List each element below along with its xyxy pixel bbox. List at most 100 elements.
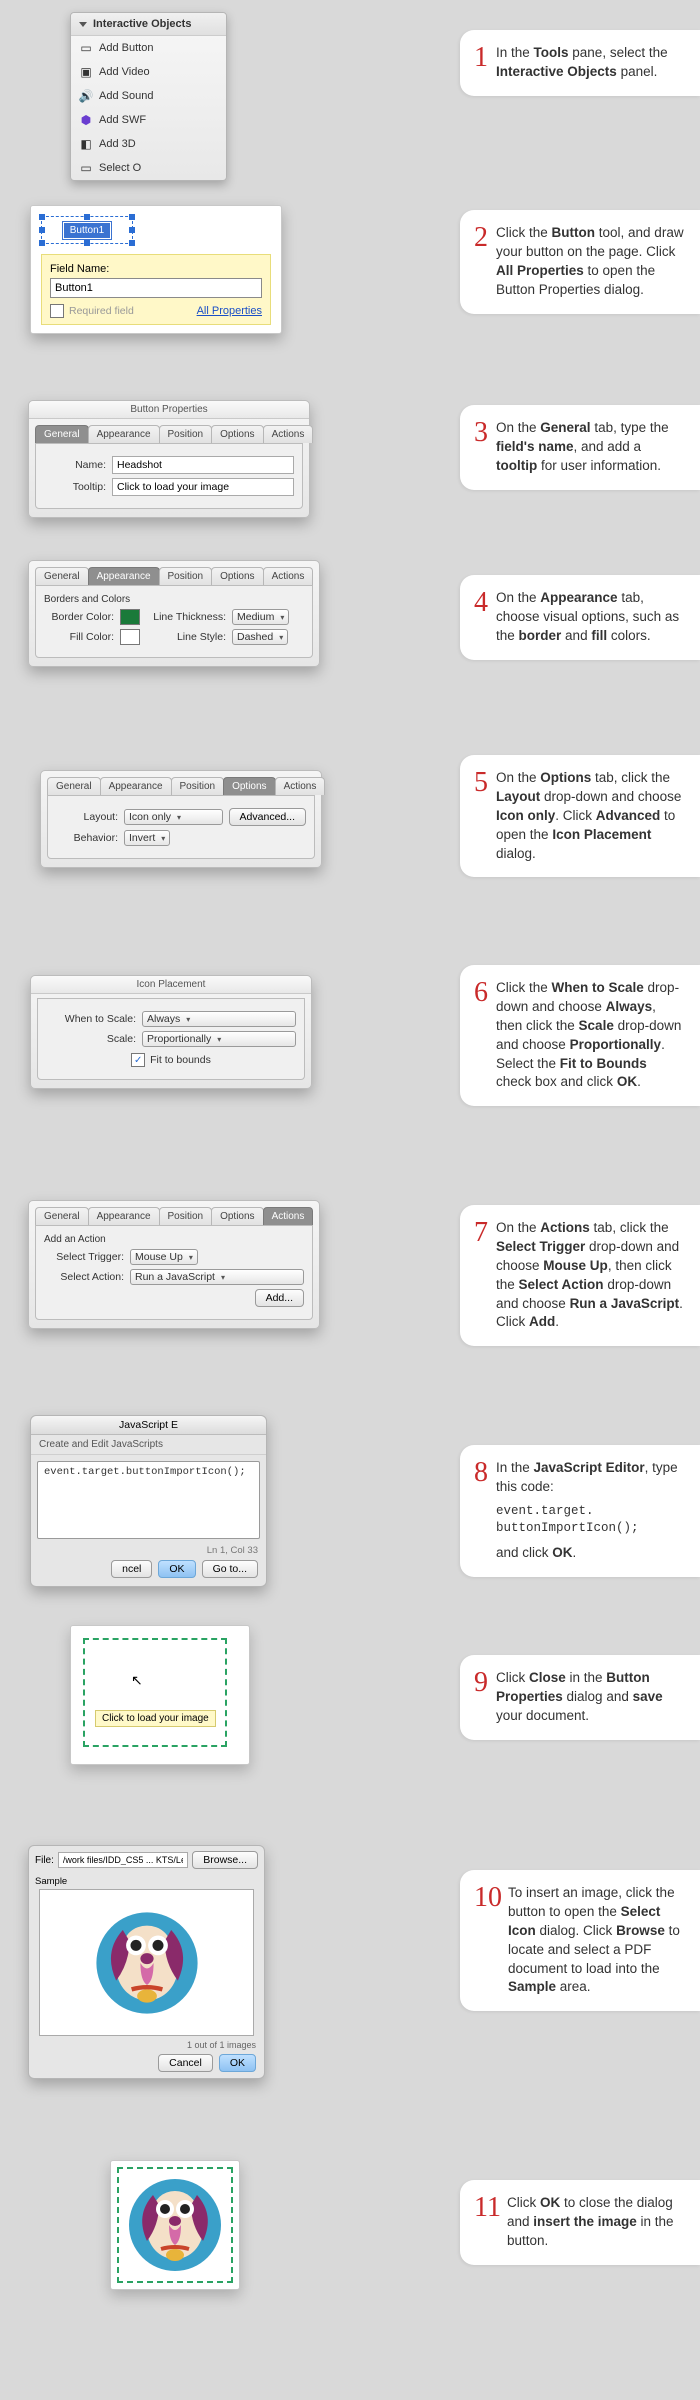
fill-color-swatch[interactable] — [120, 629, 140, 645]
tooltip-input[interactable] — [112, 478, 294, 496]
dialog-title: Button Properties — [29, 401, 309, 419]
layout-select[interactable]: Icon only▾ — [124, 809, 223, 825]
step-6-text: 6 Click the When to Scale drop-down and … — [460, 965, 700, 1106]
swf-icon: ⬢ — [79, 113, 93, 127]
select-trigger-label: Select Trigger: — [44, 1251, 124, 1263]
code-editor[interactable]: event.target.buttonImportIcon(); — [37, 1461, 260, 1539]
tabs: General Appearance Position Options Acti… — [35, 425, 303, 443]
line-thickness-select[interactable]: Medium▾ — [232, 609, 289, 625]
tutorial-page: 1 In the Tools pane, select the Interact… — [0, 0, 700, 2380]
field-name-box: Field Name: Required field All Propertie… — [41, 254, 271, 325]
fit-to-bounds-checkbox[interactable]: ✓Fit to bounds — [131, 1053, 211, 1067]
dialog-subtitle: Create and Edit JavaScripts — [31, 1435, 266, 1455]
name-label: Name: — [44, 459, 106, 471]
button-properties-actions: General Appearance Position Options Acti… — [28, 1200, 320, 1329]
select-icon: ▭ — [79, 161, 93, 175]
button-icon: ▭ — [79, 41, 93, 55]
tab-options[interactable]: Options — [211, 567, 263, 585]
disclosure-icon — [79, 22, 87, 27]
tab-options[interactable]: Options — [211, 1207, 263, 1225]
panel-title: Interactive Objects — [93, 18, 191, 30]
button-properties-general: Button Properties General Appearance Pos… — [28, 400, 310, 518]
sound-icon: 🔊 — [79, 89, 93, 103]
tab-options[interactable]: Options — [223, 777, 275, 795]
file-path-input[interactable] — [58, 1852, 188, 1868]
ok-button[interactable]: OK — [158, 1560, 195, 1578]
tab-actions[interactable]: Actions — [263, 567, 314, 585]
add-action-legend: Add an Action — [44, 1234, 304, 1245]
tab-position[interactable]: Position — [159, 425, 213, 443]
button-target[interactable] — [117, 2167, 233, 2283]
button-with-image — [110, 2160, 240, 2290]
select-action-label: Select Action: — [44, 1271, 124, 1283]
tab-general[interactable]: General — [35, 425, 89, 443]
tab-actions[interactable]: Actions — [275, 777, 326, 795]
tab-appearance[interactable]: Appearance — [88, 567, 160, 585]
tab-appearance[interactable]: Appearance — [100, 777, 172, 795]
line-style-select[interactable]: Dashed▾ — [232, 629, 288, 645]
advanced-button[interactable]: Advanced... — [229, 808, 306, 826]
tab-position[interactable]: Position — [159, 1207, 213, 1225]
panel-header[interactable]: Interactive Objects — [71, 13, 226, 36]
field-name-panel: Button1 Field Name: Required field All P… — [30, 205, 282, 334]
select-icon-dialog: File: Browse... Sample 1 out of 1 ima — [28, 1845, 265, 2079]
browse-button[interactable]: Browse... — [192, 1851, 258, 1869]
button-selection[interactable]: Button1 — [41, 216, 133, 244]
tab-general[interactable]: General — [35, 1207, 89, 1225]
step-11-text: 11 Click OK to close the dialog and inse… — [460, 2180, 700, 2265]
ok-button[interactable]: OK — [219, 2054, 256, 2072]
cancel-button[interactable]: ncel — [111, 1560, 152, 1578]
tab-position[interactable]: Position — [171, 777, 225, 795]
tab-actions[interactable]: Actions — [263, 1207, 314, 1225]
all-properties-link[interactable]: All Properties — [197, 305, 262, 317]
required-checkbox[interactable]: Required field — [50, 304, 134, 318]
video-icon: ▣ — [79, 65, 93, 79]
cancel-button[interactable]: Cancel — [158, 2054, 213, 2072]
interactive-objects-panel: Interactive Objects ▭Add Button ▣Add Vid… — [70, 12, 227, 181]
button-preview: ↖ Click to load your image — [70, 1625, 250, 1765]
goto-button[interactable]: Go to... — [202, 1560, 258, 1578]
tool-add-button[interactable]: ▭Add Button — [71, 36, 226, 60]
step-9-text: 9 Click Close in the Button Properties d… — [460, 1655, 700, 1740]
fill-color-label: Fill Color: — [44, 631, 114, 643]
select-action-select[interactable]: Run a JavaScript▾ — [130, 1269, 304, 1285]
tooltip-label: Tooltip: — [44, 481, 106, 493]
behavior-select[interactable]: Invert▾ — [124, 830, 170, 846]
add-button[interactable]: Add... — [255, 1289, 304, 1307]
step-4-text: 4 On the Appearance tab, choose visual o… — [460, 575, 700, 660]
when-to-scale-select[interactable]: Always▾ — [142, 1011, 296, 1027]
field-name-input[interactable] — [50, 278, 262, 298]
pager-text: 1 out of 1 images — [187, 2040, 256, 2050]
field-name-label: Field Name: — [50, 263, 262, 275]
tab-general[interactable]: General — [35, 567, 89, 585]
line-thickness-label: Line Thickness: — [146, 611, 226, 623]
tooltip: Click to load your image — [95, 1710, 216, 1727]
button-target[interactable]: ↖ Click to load your image — [83, 1638, 227, 1747]
cursor-icon: ↖ — [131, 1672, 143, 1689]
tool-add-swf[interactable]: ⬢Add SWF — [71, 108, 226, 132]
scale-label: Scale: — [46, 1033, 136, 1045]
tab-general[interactable]: General — [47, 777, 101, 795]
tab-appearance[interactable]: Appearance — [88, 425, 160, 443]
tool-add-3d[interactable]: ◧Add 3D — [71, 132, 226, 156]
step-3-text: 3 On the General tab, type the field's n… — [460, 405, 700, 490]
javascript-editor: JavaScript E Create and Edit JavaScripts… — [30, 1415, 267, 1587]
tab-appearance[interactable]: Appearance — [88, 1207, 160, 1225]
dialog-title: JavaScript E — [31, 1416, 266, 1435]
border-color-label: Border Color: — [44, 611, 114, 623]
select-trigger-select[interactable]: Mouse Up▾ — [130, 1249, 198, 1265]
tool-add-sound[interactable]: 🔊Add Sound — [71, 84, 226, 108]
when-to-scale-label: When to Scale: — [46, 1013, 136, 1025]
name-input[interactable] — [112, 456, 294, 474]
tab-actions[interactable]: Actions — [263, 425, 314, 443]
step-7-text: 7 On the Actions tab, click the Select T… — [460, 1205, 700, 1346]
border-color-swatch[interactable] — [120, 609, 140, 625]
tool-add-video[interactable]: ▣Add Video — [71, 60, 226, 84]
tool-select-object[interactable]: ▭Select O — [71, 156, 226, 180]
tab-options[interactable]: Options — [211, 425, 263, 443]
tab-position[interactable]: Position — [159, 567, 213, 585]
cube-icon: ◧ — [79, 137, 93, 151]
icon-placement-dialog: Icon Placement When to Scale: Always▾ Sc… — [30, 975, 312, 1089]
editor-status: Ln 1, Col 33 — [31, 1545, 266, 1560]
scale-select[interactable]: Proportionally▾ — [142, 1031, 296, 1047]
